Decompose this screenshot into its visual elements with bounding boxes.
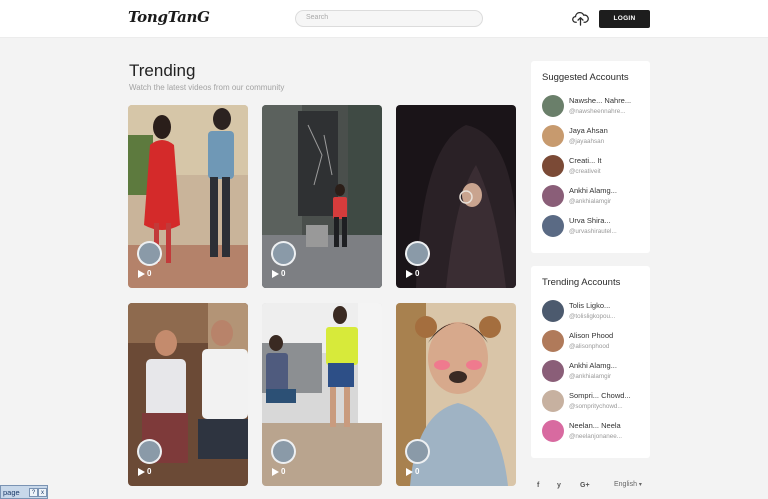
account-name: Urva Shira... (569, 216, 611, 225)
avatar (542, 125, 564, 147)
site-logo[interactable]: TongTanG (128, 8, 210, 26)
avatar (542, 390, 564, 412)
trending-accounts-panel: Trending Accounts Tolis Ligko... @tolisl… (531, 266, 650, 458)
video-card[interactable]: 0 (396, 303, 516, 486)
facebook-icon[interactable]: f (537, 482, 539, 489)
account-handle: @jayaahsan (569, 138, 605, 145)
suggested-accounts-title: Suggested Accounts (542, 72, 629, 83)
chevron-down-icon: ▾ (638, 482, 642, 488)
view-count: 0 (415, 269, 420, 278)
avatar (542, 420, 564, 442)
account-item[interactable]: Nawshe... Nahre... @nawsheennahre... (542, 95, 642, 119)
account-name: Ankhi Alamg... (569, 361, 617, 370)
creator-avatar[interactable] (137, 439, 162, 464)
page-subtitle: Watch the latest videos from our communi… (129, 83, 285, 92)
help-icon[interactable]: ? (29, 488, 38, 497)
language-label: English (614, 481, 637, 488)
avatar (542, 215, 564, 237)
account-name: Sompri... Chowd... (569, 391, 631, 400)
play-icon (138, 468, 145, 476)
account-name: Creati... It (569, 156, 602, 165)
account-name: Neelan... Neela (569, 421, 621, 430)
play-icon (272, 468, 279, 476)
view-count: 0 (147, 269, 152, 278)
account-handle: @neelanjonanee... (569, 433, 622, 440)
page-tab-label: page (3, 488, 20, 497)
account-item[interactable]: Neelan... Neela @neelanjonanee... (542, 420, 642, 444)
avatar (542, 155, 564, 177)
account-handle: @ankhialamgir (569, 198, 612, 205)
account-name: Alison Phood (569, 331, 614, 340)
avatar (542, 95, 564, 117)
language-select[interactable]: English ▾ (614, 481, 642, 488)
video-card[interactable]: 0 (128, 303, 248, 486)
avatar (542, 300, 564, 322)
account-item[interactable]: Tolis Ligko... @tolisligkopou... (542, 300, 642, 324)
account-handle: @urvashirautel... (569, 228, 617, 235)
creator-avatar[interactable] (137, 241, 162, 266)
account-item[interactable]: Ankhi Alamg... @ankhialamgir (542, 360, 642, 384)
play-icon (406, 270, 413, 278)
view-count: 0 (281, 269, 286, 278)
account-item[interactable]: Urva Shira... @urvashirautel... (542, 215, 642, 239)
twitter-icon[interactable]: y (557, 482, 561, 489)
browser-page-tab[interactable]: page ? x (0, 485, 48, 499)
account-name: Jaya Ahsan (569, 126, 608, 135)
account-name: Ankhi Alamg... (569, 186, 617, 195)
account-handle: @creativeit (569, 168, 601, 175)
account-item[interactable]: Sompri... Chowd... @sompritychowd... (542, 390, 642, 414)
account-item[interactable]: Creati... It @creativeit (542, 155, 642, 179)
view-count: 0 (415, 467, 420, 476)
account-item[interactable]: Alison Phood @alisonphood (542, 330, 642, 354)
video-card[interactable]: 0 (396, 105, 516, 288)
play-icon (406, 468, 413, 476)
view-count: 0 (147, 467, 152, 476)
play-icon (272, 270, 279, 278)
top-header: TongTanG Search LOGIN (0, 0, 768, 38)
account-handle: @nawsheennahre... (569, 108, 626, 115)
account-name: Nawshe... Nahre... (569, 96, 632, 105)
account-handle: @sompritychowd... (569, 403, 623, 410)
creator-avatar[interactable] (271, 241, 296, 266)
cloud-upload-icon[interactable] (572, 10, 589, 26)
creator-avatar[interactable] (271, 439, 296, 464)
avatar (542, 185, 564, 207)
play-icon (138, 270, 145, 278)
avatar (542, 360, 564, 382)
search-placeholder: Search (306, 14, 329, 21)
creator-avatar[interactable] (405, 241, 430, 266)
account-item[interactable]: Ankhi Alamg... @ankhialamgir (542, 185, 642, 209)
search-input[interactable]: Search (295, 10, 483, 27)
video-card[interactable]: 0 (262, 303, 382, 486)
account-handle: @alisonphood (569, 343, 610, 350)
account-handle: @tolisligkopou... (569, 313, 616, 320)
avatar (542, 330, 564, 352)
view-count: 0 (281, 467, 286, 476)
account-handle: @ankhialamgir (569, 373, 612, 380)
login-button[interactable]: LOGIN (599, 10, 650, 28)
account-item[interactable]: Jaya Ahsan @jayaahsan (542, 125, 642, 149)
video-card[interactable]: 0 (128, 105, 248, 288)
trending-accounts-title: Trending Accounts (542, 277, 621, 288)
suggested-accounts-panel: Suggested Accounts Nawshe... Nahre... @n… (531, 61, 650, 253)
video-card[interactable]: 0 (262, 105, 382, 288)
creator-avatar[interactable] (405, 439, 430, 464)
google-plus-icon[interactable]: G+ (580, 482, 590, 489)
sidebar-footer: f y G+ English ▾ (531, 473, 650, 499)
account-name: Tolis Ligko... (569, 301, 611, 310)
page-title: Trending (129, 61, 196, 80)
close-icon[interactable]: x (38, 488, 47, 497)
